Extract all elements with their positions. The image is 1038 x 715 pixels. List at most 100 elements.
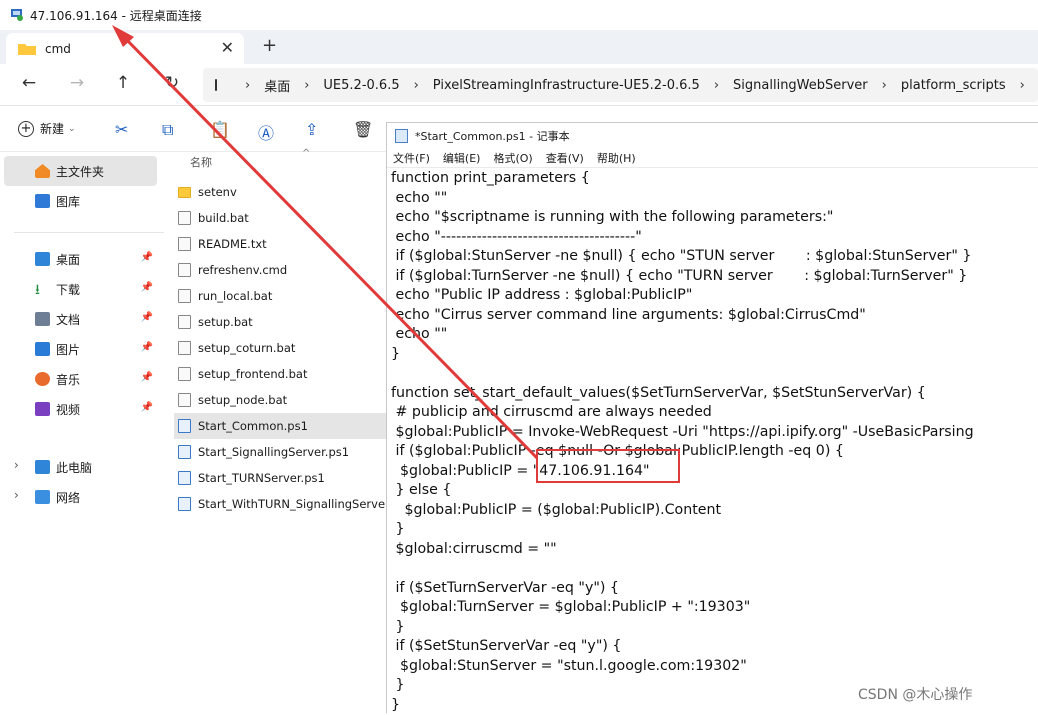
delete-icon[interactable]: 🗑 bbox=[353, 120, 373, 139]
code-line: $global:PublicIP = "47.106.91.164" bbox=[391, 462, 974, 482]
notepad-title: *Start_Common.ps1 - 记事本 bbox=[415, 128, 570, 144]
code-line: if ($global:StunServer -ne $null) { echo… bbox=[391, 247, 974, 267]
file-icon bbox=[178, 289, 191, 303]
sidebar-item-label: 音乐 bbox=[56, 371, 80, 388]
back-icon[interactable]: ← bbox=[17, 73, 41, 93]
sidebar-item-this-pc[interactable]: › 此电脑 bbox=[4, 452, 157, 482]
pictures-icon bbox=[35, 342, 50, 356]
menu-help[interactable]: 帮助(H) bbox=[597, 150, 636, 166]
copy-icon[interactable]: ⧉ bbox=[162, 120, 173, 140]
menu-file[interactable]: 文件(F) bbox=[393, 150, 430, 166]
breadcrumb-item[interactable]: SignallingWebServer bbox=[733, 78, 868, 93]
file-row[interactable]: Start_SignallingServer.ps1 bbox=[174, 439, 386, 465]
address-bar[interactable]: › 桌面 › UE5.2-0.6.5 › PixelStreamingInfra… bbox=[203, 68, 1038, 102]
sidebar-item-videos[interactable]: 视频 📌 bbox=[4, 394, 157, 424]
chevron-right-icon[interactable]: › bbox=[14, 488, 19, 502]
file-icon bbox=[178, 315, 191, 329]
code-line bbox=[391, 364, 974, 384]
column-header-name[interactable]: 名称 bbox=[190, 154, 212, 170]
tab-cmd[interactable]: cmd ✕ bbox=[6, 33, 244, 64]
sidebar-item-network[interactable]: › 网络 bbox=[4, 482, 157, 512]
sidebar-item-pictures[interactable]: 图片 📌 bbox=[4, 334, 157, 364]
file-row[interactable]: README.txt bbox=[174, 231, 386, 257]
pin-icon[interactable]: 📌 bbox=[141, 372, 153, 383]
chevron-right-icon: › bbox=[714, 78, 719, 93]
code-line: if ($SetStunServerVar -eq "y") { bbox=[391, 637, 974, 657]
computer-icon bbox=[35, 460, 50, 474]
code-line: echo "" bbox=[391, 189, 974, 209]
notepad-icon bbox=[395, 129, 408, 143]
breadcrumb-item[interactable]: 桌面 bbox=[264, 76, 290, 95]
sidebar-item-downloads[interactable]: ⭳ 下载 📌 bbox=[4, 274, 157, 304]
sort-ascending-icon: ^ bbox=[302, 148, 310, 159]
sidebar-item-label: 下载 bbox=[56, 281, 80, 298]
chevron-right-icon: › bbox=[245, 78, 250, 93]
powershell-script-icon bbox=[178, 497, 191, 511]
code-line: echo "Cirrus server command line argumen… bbox=[391, 306, 974, 326]
file-row[interactable]: run_local.bat bbox=[174, 283, 386, 309]
breadcrumb-item[interactable]: platform_scripts bbox=[901, 78, 1006, 93]
sidebar-item-documents[interactable]: 文档 📌 bbox=[4, 304, 157, 334]
breadcrumb-item[interactable]: PixelStreamingInfrastructure-UE5.2-0.6.5 bbox=[433, 78, 700, 93]
code-line: function set_start_default_values($SetTu… bbox=[391, 384, 974, 404]
remote-desktop-titlebar: 47.106.91.164 - 远程桌面连接 bbox=[0, 0, 1038, 30]
file-row[interactable]: setup.bat bbox=[174, 309, 386, 335]
new-button[interactable]: + 新建 ⌄ bbox=[18, 120, 76, 137]
pin-icon[interactable]: 📌 bbox=[141, 252, 153, 263]
file-name: setup_frontend.bat bbox=[198, 367, 307, 381]
file-name: setenv bbox=[198, 185, 237, 199]
pin-icon[interactable]: 📌 bbox=[141, 312, 153, 323]
rename-icon[interactable]: Ⓐ bbox=[258, 120, 274, 144]
menu-view[interactable]: 查看(V) bbox=[546, 150, 584, 166]
file-name: build.bat bbox=[198, 211, 249, 225]
file-row[interactable]: refreshenv.cmd bbox=[174, 257, 386, 283]
file-name: run_local.bat bbox=[198, 289, 272, 303]
tab-label: cmd bbox=[45, 42, 71, 56]
code-line: # publicip and cirruscmd are always need… bbox=[391, 403, 974, 423]
notepad-window: *Start_Common.ps1 - 记事本 文件(F) 编辑(E) 格式(O… bbox=[386, 122, 1038, 713]
code-line: } else { bbox=[391, 481, 974, 501]
watermark: CSDN @木心操作 bbox=[858, 684, 972, 704]
forward-icon[interactable]: → bbox=[65, 73, 89, 93]
cut-icon[interactable]: ✂ bbox=[115, 120, 128, 139]
file-row[interactable]: build.bat bbox=[174, 205, 386, 231]
share-icon[interactable]: ⇪ bbox=[305, 120, 318, 139]
paste-icon[interactable]: 📋 bbox=[210, 120, 230, 139]
chevron-right-icon[interactable]: › bbox=[14, 458, 19, 472]
pin-icon[interactable]: 📌 bbox=[141, 402, 153, 413]
menu-edit[interactable]: 编辑(E) bbox=[443, 150, 481, 166]
file-row[interactable]: setup_frontend.bat bbox=[174, 361, 386, 387]
file-row[interactable]: setup_coturn.bat bbox=[174, 335, 386, 361]
up-icon[interactable]: ↑ bbox=[111, 73, 135, 93]
file-row[interactable]: setenv bbox=[174, 179, 386, 205]
file-row[interactable]: Start_WithTURN_SignallingServer bbox=[174, 491, 386, 517]
menu-format[interactable]: 格式(O) bbox=[493, 150, 532, 166]
gallery-icon bbox=[35, 194, 50, 208]
refresh-icon[interactable]: ↻ bbox=[160, 73, 184, 93]
sidebar-item-label: 网络 bbox=[56, 489, 80, 506]
code-line: function print_parameters { bbox=[391, 169, 974, 189]
file-name: Start_Common.ps1 bbox=[198, 419, 308, 433]
network-icon bbox=[35, 490, 50, 504]
code-line: echo "" bbox=[391, 325, 974, 345]
close-tab-icon[interactable]: ✕ bbox=[221, 38, 234, 57]
sidebar-item-gallery[interactable]: 图库 bbox=[4, 186, 157, 216]
new-tab-button[interactable]: + bbox=[262, 35, 277, 56]
sidebar-item-desktop[interactable]: 桌面 📌 bbox=[4, 244, 157, 274]
pin-icon[interactable]: 📌 bbox=[141, 342, 153, 353]
code-line: $global:cirruscmd = "" bbox=[391, 540, 974, 560]
file-name: setup.bat bbox=[198, 315, 253, 329]
file-row[interactable]: setup_node.bat bbox=[174, 387, 386, 413]
text-editor[interactable]: function print_parameters { echo "" echo… bbox=[391, 169, 974, 715]
file-row[interactable]: Start_Common.ps1 bbox=[174, 413, 386, 439]
file-icon bbox=[178, 367, 191, 381]
code-line: if ($global:TurnServer -ne $null) { echo… bbox=[391, 267, 974, 287]
code-line: } bbox=[391, 618, 974, 638]
sidebar-item-home[interactable]: 主文件夹 bbox=[4, 156, 157, 186]
breadcrumb-item[interactable]: UE5.2-0.6.5 bbox=[323, 78, 399, 93]
file-row[interactable]: Start_TURNServer.ps1 bbox=[174, 465, 386, 491]
explorer-tab-bar: cmd ✕ + bbox=[0, 30, 1038, 64]
sidebar-item-music[interactable]: 音乐 📌 bbox=[4, 364, 157, 394]
pin-icon[interactable]: 📌 bbox=[141, 282, 153, 293]
code-line: } bbox=[391, 345, 974, 365]
